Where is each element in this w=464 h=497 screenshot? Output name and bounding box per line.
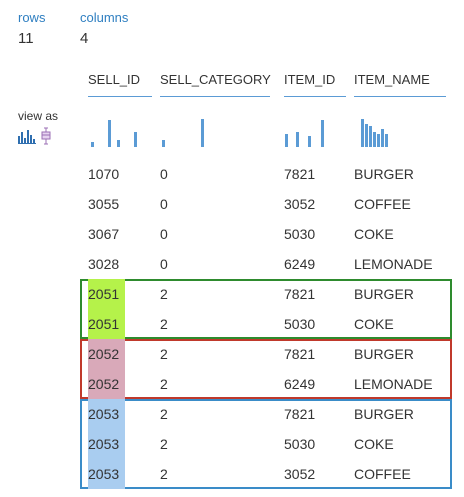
table-row[interactable]: 2051 2 7821 BURGER xyxy=(80,279,450,309)
sell-id-cell: 2052 xyxy=(88,346,120,362)
item-id-cell: 5030 xyxy=(284,316,316,332)
item-name-cell: COFFEE xyxy=(354,466,411,482)
item-name-cell: LEMONADE xyxy=(354,256,433,272)
columns-label: columns xyxy=(80,10,129,25)
table-row[interactable]: 2053 2 5030 COKE xyxy=(80,429,450,459)
table-row[interactable]: 3055 0 3052 COFFEE xyxy=(80,189,450,219)
table-row[interactable]: 2053 2 3052 COFFEE xyxy=(80,459,450,489)
item-name-cell: LEMONADE xyxy=(354,376,433,392)
table-row[interactable]: 3067 0 5030 COKE xyxy=(80,219,450,249)
item-id-cell: 7821 xyxy=(284,286,316,302)
item-id-cell: 7821 xyxy=(284,346,316,362)
item-id-cell: 5030 xyxy=(284,436,316,452)
item-name-cell: COKE xyxy=(354,436,394,452)
sell-category-cell: 0 xyxy=(160,196,168,212)
item-id-cell: 3052 xyxy=(284,196,316,212)
sell-id-cell: 2053 xyxy=(88,466,120,482)
table-row[interactable]: 2053 2 7821 BURGER xyxy=(80,399,450,429)
column-header-sell-id[interactable]: SELL_ID xyxy=(88,72,152,97)
column-headers: SELL_ID SELL_CATEGORY ITEM_ID ITEM_NAME xyxy=(80,72,448,97)
columns-count: 4 xyxy=(80,30,89,47)
sell-id-cell: 2051 xyxy=(88,316,120,332)
table-row[interactable]: 2051 2 5030 COKE xyxy=(80,309,450,339)
item-name-histogram xyxy=(356,116,406,148)
sell-category-cell: 2 xyxy=(160,466,168,482)
rows-count: 11 xyxy=(18,30,34,47)
sell-category-histogram xyxy=(160,116,220,148)
item-name-cell: COFFEE xyxy=(354,196,411,212)
sell-category-cell: 2 xyxy=(160,346,168,362)
histogram-view-icon[interactable] xyxy=(18,128,38,144)
sell-id-cell: 2051 xyxy=(88,286,120,302)
table-row[interactable]: 1070 0 7821 BURGER xyxy=(80,159,450,189)
sell-category-cell: 0 xyxy=(160,166,168,182)
item-id-cell: 7821 xyxy=(284,166,316,182)
column-header-item-name[interactable]: ITEM_NAME xyxy=(354,72,446,97)
item-id-histogram xyxy=(284,116,334,148)
item-name-cell: BURGER xyxy=(354,166,414,182)
item-id-cell: 3052 xyxy=(284,466,316,482)
rows-label: rows xyxy=(18,10,46,25)
sell-id-cell: 1070 xyxy=(88,166,120,182)
item-id-cell: 5030 xyxy=(284,226,316,242)
column-header-sell-category[interactable]: SELL_CATEGORY xyxy=(160,72,271,97)
item-id-cell: 6249 xyxy=(284,256,316,272)
sell-category-cell: 2 xyxy=(160,436,168,452)
sell-id-cell: 2053 xyxy=(88,436,120,452)
sell-id-histogram xyxy=(88,116,148,148)
sell-category-cell: 2 xyxy=(160,376,168,392)
sell-category-cell: 2 xyxy=(160,286,168,302)
sell-id-cell: 3055 xyxy=(88,196,120,212)
item-name-cell: COKE xyxy=(354,316,394,332)
table-row[interactable]: 2052 2 7821 BURGER xyxy=(80,339,450,369)
sell-category-cell: 2 xyxy=(160,316,168,332)
item-id-cell: 7821 xyxy=(284,406,316,422)
sell-id-cell: 3067 xyxy=(88,226,120,242)
sell-category-cell: 0 xyxy=(160,256,168,272)
item-name-cell: COKE xyxy=(354,226,394,242)
item-name-cell: BURGER xyxy=(354,346,414,362)
sell-category-cell: 2 xyxy=(160,406,168,422)
sell-id-cell: 2053 xyxy=(88,406,120,422)
item-id-cell: 6249 xyxy=(284,376,316,392)
sell-category-cell: 0 xyxy=(160,226,168,242)
boxplot-view-icon[interactable] xyxy=(40,127,52,145)
item-name-cell: BURGER xyxy=(354,286,414,302)
view-as-label: view as xyxy=(18,109,59,123)
table-row[interactable]: 3028 0 6249 LEMONADE xyxy=(80,249,450,279)
sell-id-cell: 3028 xyxy=(88,256,120,272)
table-row[interactable]: 2052 2 6249 LEMONADE xyxy=(80,369,450,399)
sell-id-cell: 2052 xyxy=(88,376,120,392)
column-header-item-id[interactable]: ITEM_ID xyxy=(284,72,346,97)
item-name-cell: BURGER xyxy=(354,406,414,422)
